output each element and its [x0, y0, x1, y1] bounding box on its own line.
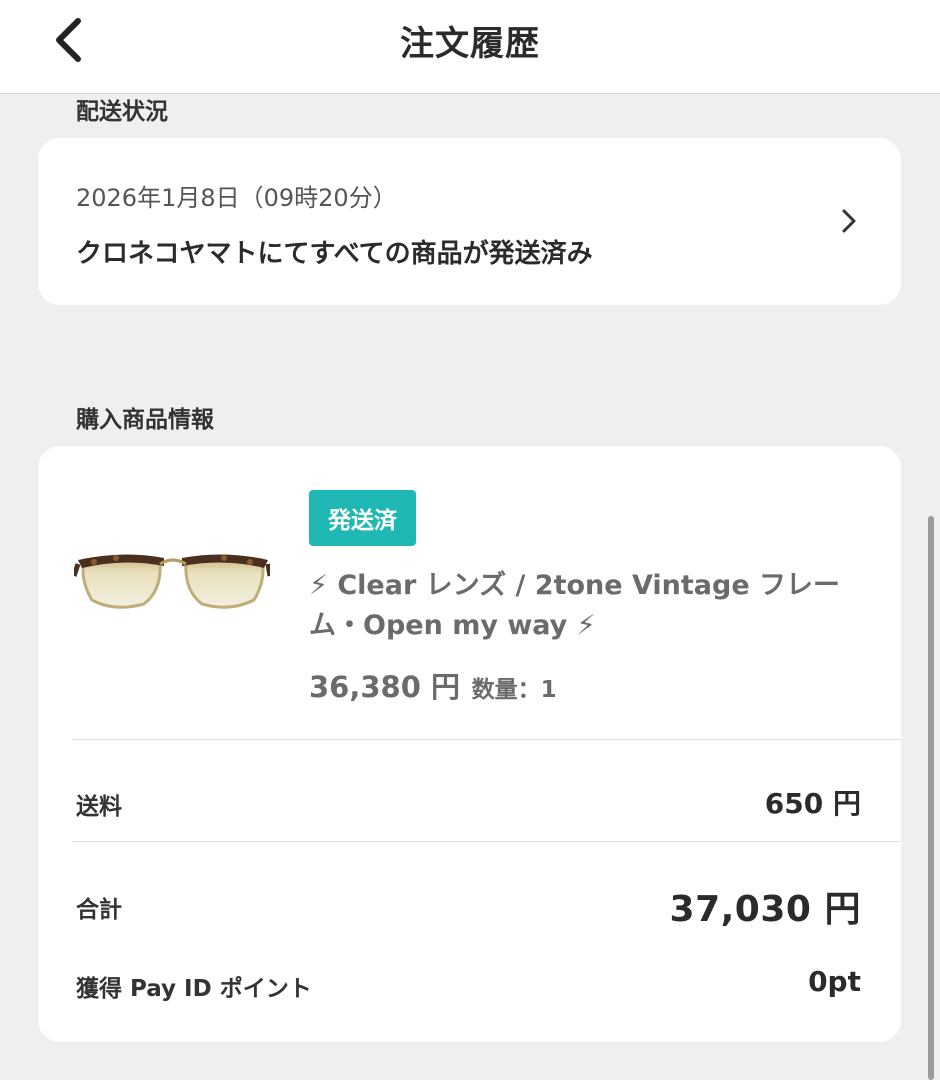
points-value: 0pt	[808, 965, 861, 998]
price-row: 36,380 円 数量：1	[309, 664, 557, 706]
items-section-label: 購入商品情報	[76, 407, 214, 433]
divider	[72, 841, 901, 842]
shipping-status-card[interactable]: 2026年1月8日（09時20分） クロネコヤマトにてすべての商品が発送済み	[38, 138, 901, 305]
order-history-screen: 注文履歴 配送状況 2026年1月8日（09時20分） クロネコヤマトにてすべて…	[0, 0, 940, 1080]
divider	[72, 739, 901, 740]
shipping-status-text: クロネコヤマトにてすべての商品が発送済み	[76, 239, 593, 269]
eyeglasses-image[interactable]	[74, 550, 270, 614]
page-title: 注文履歴	[400, 24, 540, 64]
shipping-section-label: 配送状況	[76, 99, 168, 125]
points-label: 獲得 Pay ID ポイント	[76, 976, 312, 1002]
chevron-right-icon	[842, 209, 856, 233]
top-nav-bar: 注文履歴	[0, 0, 940, 94]
chevron-left-icon	[56, 18, 81, 62]
product-name[interactable]: ⚡ Clear レンズ / 2tone Vintage フレーム・Open my…	[309, 566, 869, 646]
purchased-items-card: 発送済 ⚡ Clear レンズ / 2tone Vintage フレーム・Ope…	[38, 446, 901, 1042]
status-badge: 発送済	[309, 490, 416, 546]
total-label: 合計	[76, 897, 122, 923]
product-price: 36,380 円	[309, 670, 461, 704]
total-value: 37,030 円	[669, 889, 861, 930]
product-quantity: 数量：1	[471, 677, 557, 703]
back-button[interactable]	[46, 14, 90, 66]
shipping-fee-value: 650 円	[764, 787, 861, 820]
shipping-date: 2026年1月8日（09時20分）	[76, 184, 397, 212]
scrollbar[interactable]	[928, 516, 934, 1080]
shipping-fee-label: 送料	[76, 794, 122, 820]
